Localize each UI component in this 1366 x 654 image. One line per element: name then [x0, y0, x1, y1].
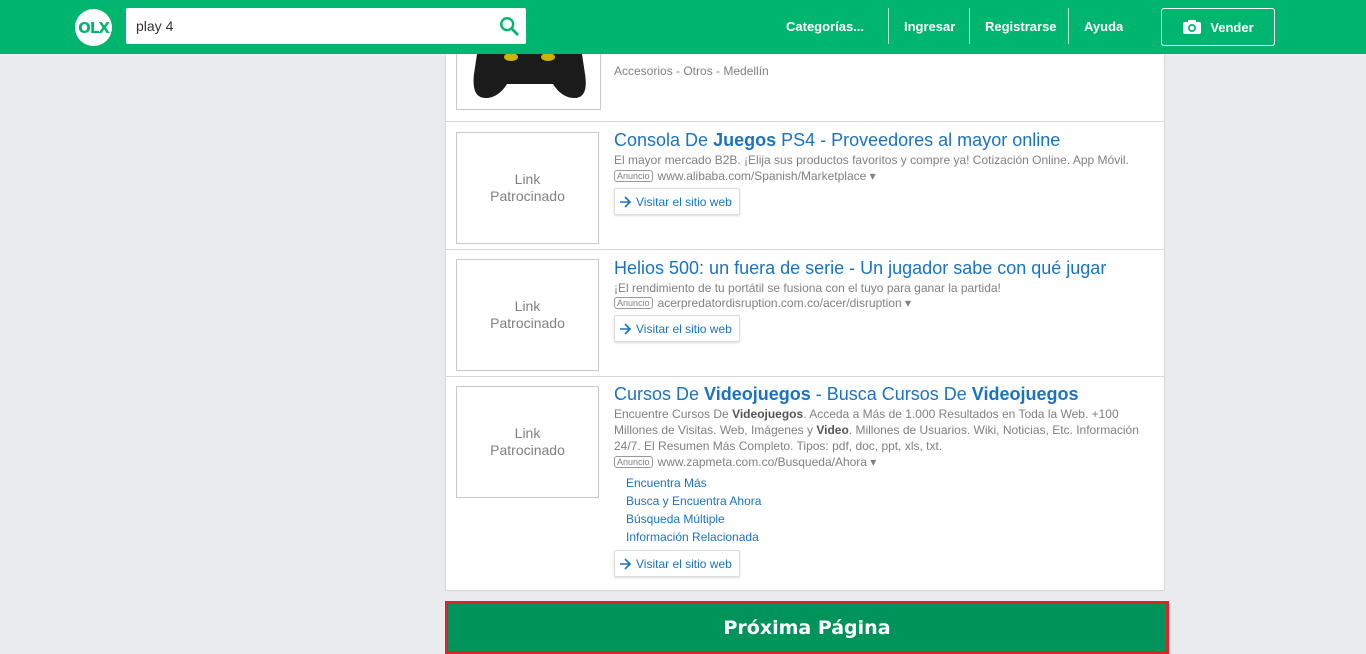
sponsored-thumb[interactable]: Link Patrocinado — [456, 259, 599, 371]
listing-thumb[interactable] — [456, 54, 601, 110]
ad-desc-part: Videojuegos — [732, 407, 804, 421]
ad-title-part: Videojuegos — [704, 384, 811, 404]
ad-url-line: Anuncio acerpredatordisruption.com.co/ac… — [614, 296, 911, 310]
ad-title[interactable]: Helios 500: un fuera de serie - Un jugad… — [614, 258, 1106, 279]
thumb-line: Patrocinado — [490, 442, 565, 458]
ad-badge: Anuncio — [614, 170, 653, 182]
visit-site-button[interactable]: Visitar el sitio web — [614, 550, 740, 577]
visit-site-label: Visitar el sitio web — [636, 194, 732, 209]
arrow-right-icon — [620, 322, 632, 335]
thumb-line: Link — [514, 298, 541, 314]
sponsored-ad-row: Link Patrocinado Consola De Juegos PS4 - … — [446, 122, 1164, 250]
ad-desc-part: Video — [816, 423, 849, 437]
search-box — [126, 8, 526, 44]
arrow-right-icon — [620, 557, 632, 570]
ad-badge: Anuncio — [614, 456, 653, 468]
listing-row[interactable]: Accesorios - Otros - Medellín — [446, 54, 1164, 122]
thumb-line: Link — [514, 171, 541, 187]
sitelink[interactable]: Búsqueda Múltiple — [626, 510, 761, 528]
thumb-line: Link — [514, 425, 541, 441]
ad-url-line: Anuncio www.alibaba.com/Spanish/Marketpl… — [614, 169, 876, 183]
ad-title-part: PS4 - Proveedores al mayor online — [776, 130, 1061, 150]
next-page-button[interactable]: Próxima Página — [445, 601, 1169, 654]
ad-url[interactable]: www.zapmeta.com.co/Busqueda/Ahora ▾ — [658, 455, 877, 469]
sitelink[interactable]: Información Relacionada — [626, 528, 761, 546]
sell-button[interactable]: Vender — [1161, 8, 1275, 46]
visit-site-button[interactable]: Visitar el sitio web — [614, 315, 740, 342]
arrow-right-icon — [620, 195, 632, 208]
ad-title-part: Consola De — [614, 130, 714, 150]
sponsored-ad-row: Link Patrocinado Cursos De Videojuegos - … — [446, 377, 1164, 591]
ad-title-part: - Busca Cursos De — [810, 384, 972, 404]
ad-sitelinks: Encuentra Más Busca y Encuentra Ahora Bú… — [626, 474, 761, 546]
top-bar: OLX Categorías... Ingresar Registrarse A… — [0, 0, 1366, 54]
search-input[interactable] — [126, 8, 486, 44]
ad-description: El mayor mercado B2B. ¡Elija sus product… — [614, 153, 1129, 167]
visit-site-label: Visitar el sitio web — [636, 556, 732, 571]
visit-site-label: Visitar el sitio web — [636, 321, 732, 336]
sitelink[interactable]: Busca y Encuentra Ahora — [626, 492, 761, 510]
ad-title[interactable]: Cursos De Videojuegos - Busca Cursos De … — [614, 384, 1079, 405]
sell-label: Vender — [1210, 19, 1254, 35]
nav-categorias[interactable]: Categorías... — [771, 8, 889, 44]
ad-badge: Anuncio — [614, 297, 653, 309]
nav-registrarse[interactable]: Registrarse — [970, 8, 1069, 44]
top-nav: Categorías... Ingresar Registrarse Ayuda — [771, 8, 1139, 44]
nav-ingresar[interactable]: Ingresar — [889, 8, 970, 44]
sponsored-ad-row: Link Patrocinado Helios 500: un fuera de … — [446, 250, 1164, 377]
thumb-line: Patrocinado — [490, 188, 565, 204]
ad-title-part: Juegos — [713, 130, 777, 150]
ad-title-part: Cursos De — [614, 384, 705, 404]
sponsored-thumb[interactable]: Link Patrocinado — [456, 386, 599, 498]
ad-description: ¡El rendimiento de tu portátil se fusion… — [614, 281, 1001, 295]
visit-site-button[interactable]: Visitar el sitio web — [614, 188, 740, 215]
gamepad-image — [473, 54, 586, 99]
ad-title-part: Videojuegos — [971, 384, 1079, 404]
listing-meta: Accesorios - Otros - Medellín — [614, 64, 769, 78]
olx-logo[interactable]: OLX — [75, 9, 112, 46]
sitelink[interactable]: Encuentra Más — [626, 474, 761, 492]
results-panel: Accesorios - Otros - Medellín Link Patroc… — [445, 54, 1165, 591]
ad-title[interactable]: Consola De Juegos PS4 - Proveedores al m… — [614, 130, 1060, 151]
ad-desc-part: Encuentre Cursos De — [614, 407, 733, 421]
nav-ayuda[interactable]: Ayuda — [1069, 8, 1139, 44]
ad-url-line: Anuncio www.zapmeta.com.co/Busqueda/Ahor… — [614, 455, 876, 469]
ad-url[interactable]: www.alibaba.com/Spanish/Marketplace ▾ — [658, 169, 876, 183]
ad-url[interactable]: acerpredatordisruption.com.co/acer/disru… — [658, 296, 911, 310]
camera-icon — [1183, 20, 1202, 34]
sponsored-thumb[interactable]: Link Patrocinado — [456, 132, 599, 244]
ad-description: Encuentre Cursos De Videojuegos. Acceda … — [614, 406, 1154, 454]
thumb-line: Patrocinado — [490, 315, 565, 331]
search-icon[interactable] — [498, 15, 520, 37]
